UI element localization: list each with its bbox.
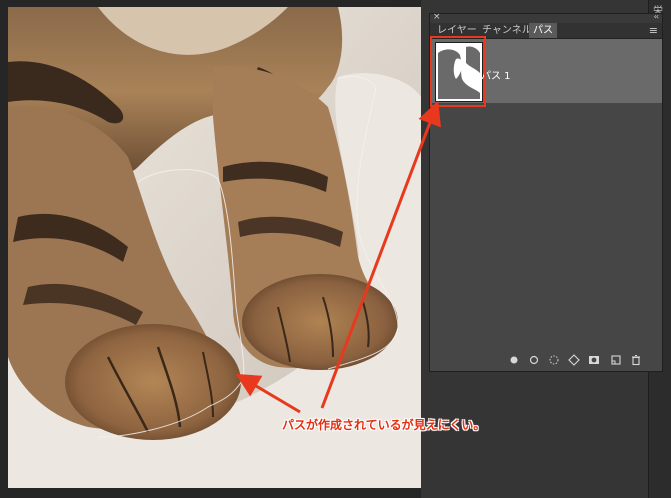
arrow-to-thumbnail [320,100,441,409]
arrow-to-path [235,373,301,414]
annotation-callout-text: パスが作成されているが見えにくい。 [282,418,486,432]
photoshop-workspace: 栄 ‹‹ × ‹‹ レイヤー チャンネル パス ≡ パス 1 [0,0,671,498]
